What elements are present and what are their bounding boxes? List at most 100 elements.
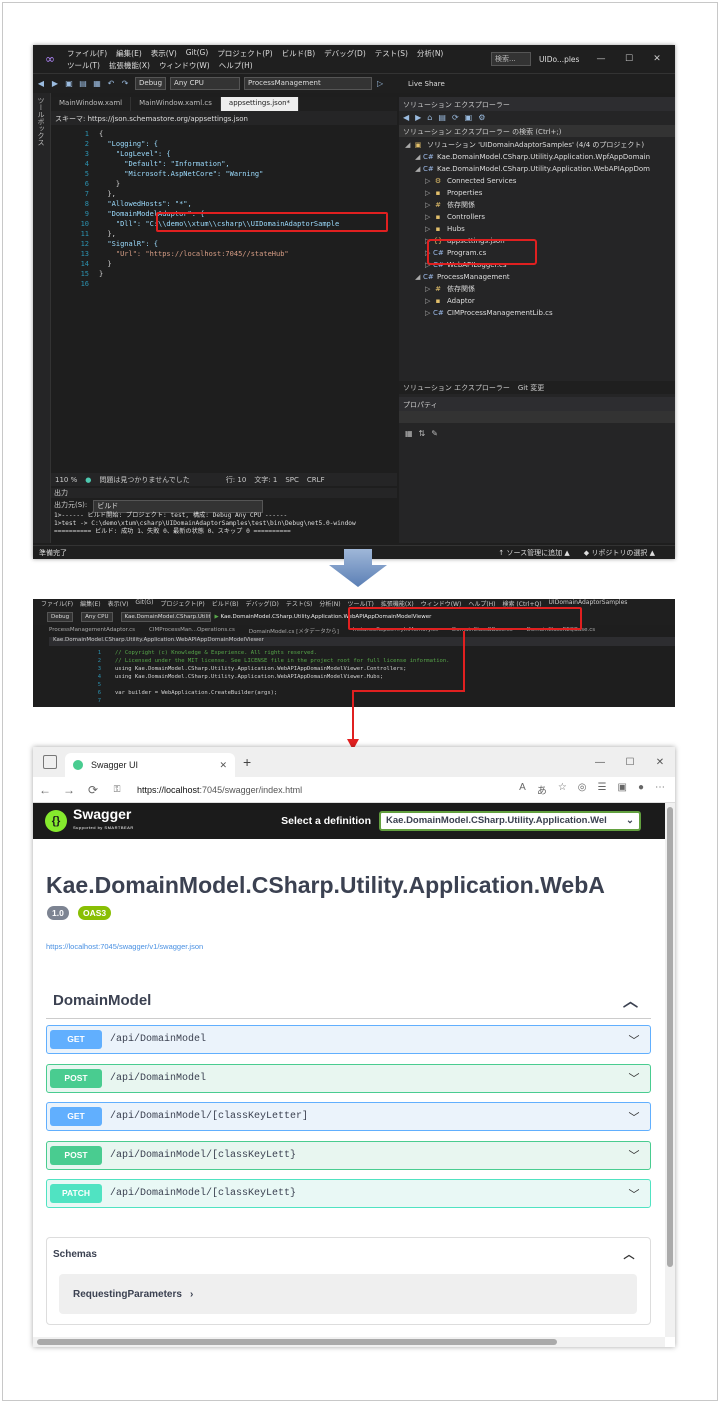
solution-tree-node[interactable]: ▷ # 依存関係 [399,283,671,295]
toolbox-tab[interactable]: ツールボックス [33,93,51,543]
editor-tab[interactable]: DomainModel.cs [メタデータから] [249,627,339,637]
collections-icon[interactable]: ▣ [618,782,627,797]
menu-item[interactable]: 編集(E) [80,599,100,609]
favorite-icon[interactable]: ☆ [558,782,567,797]
solution-tree-node[interactable]: ▷ ▪ Adaptor [399,295,671,307]
expander-icon[interactable]: ▷ [425,223,433,235]
solution-tree-node[interactable]: ▷ C# CIMProcessManagementLib.cs [399,307,671,319]
solution-tree-node[interactable]: ◢ C# Kae.DomainModel.CSharp.Utility.Applic… [399,163,671,175]
menu-item[interactable]: ヘルプ(H) [219,60,253,71]
chevron-down-icon[interactable]: ﹀ [627,1070,641,1086]
expander-icon[interactable]: ◢ [415,163,423,175]
favorites-list-icon[interactable]: ☰ [598,782,607,797]
translate-icon[interactable]: あ [537,782,547,797]
editor-tab[interactable]: MainWindow.xaml [51,97,132,111]
forward-icon[interactable]: ▶ [49,79,61,88]
run-icon[interactable]: ▷ [374,79,386,88]
operation-get[interactable]: GET/api/DomainModel ﹀ [46,1025,651,1054]
menu-item[interactable]: プロジェクト(P) [217,48,272,59]
menu-item[interactable]: ファイル(F) [67,48,107,59]
solution-tree-node[interactable]: ◢ ▣ ソリューション 'UIDomainAdaptorSamples' (4/4 … [399,139,671,151]
lock-icon[interactable]: ⚿ [105,784,129,795]
menu-item[interactable]: 分析(N) [417,48,443,59]
menu-item[interactable]: 分析(N) [319,599,340,609]
open-icon[interactable]: ▤ [77,79,89,88]
operation-get[interactable]: GET/api/DomainModel/[classKeyLetter] ﹀ [46,1102,651,1131]
solution-tree-node[interactable]: ▷ ▪ Properties [399,187,671,199]
minimize-icon[interactable]: — [587,54,615,64]
expander-icon[interactable]: ◢ [415,151,423,163]
menu-item[interactable]: 表示(V) [151,48,177,59]
startup-project-dropdown[interactable]: ProcessManagement [244,77,373,90]
solution-tree-node[interactable]: ◢ C# ProcessManagement [399,271,671,283]
menu-item[interactable]: 表示(V) [108,599,129,609]
solution-search-input[interactable]: ソリューション エクスプローラー の検索 (Ctrl+;) [399,125,675,137]
add-to-source-control[interactable]: ↑ ソース管理に追加 ▲ [498,548,569,558]
vs2-platform-dropdown[interactable]: Any CPU [81,612,113,622]
definition-select[interactable]: Kae.DomainModel.CSharp.Utility.Applicati… [379,811,641,831]
close-icon[interactable]: ✕ [643,54,671,64]
live-share-button[interactable]: Live Share [408,80,445,88]
scroll-thumb[interactable] [37,1339,557,1345]
platform-dropdown[interactable]: Any CPU [170,77,241,90]
solution-tree-node[interactable]: ▷ ⚙ Connected Services [399,175,671,187]
properties-object-dropdown[interactable] [399,411,675,423]
back-icon[interactable]: ◀ [35,79,47,88]
solution-tree-node[interactable]: ▷ # 依存関係 [399,199,671,211]
redo-icon[interactable]: ↷ [119,79,131,88]
solution-panel-tab[interactable]: Git 変更 [518,383,544,392]
vertical-scrollbar[interactable] [665,803,675,1337]
menu-item[interactable]: ウィンドウ(W) [159,60,210,71]
expander-icon[interactable]: ◢ [415,271,423,283]
editor-tab[interactable]: CIMProcessMan...Operations.cs [149,627,235,637]
new-tab-icon[interactable]: + [243,754,251,770]
forward-icon[interactable]: → [57,783,81,797]
menu-item[interactable]: テスト(S) [375,48,408,59]
undo-icon[interactable]: ↶ [105,79,117,88]
vs2-config-dropdown[interactable]: Debug [47,612,74,622]
horizontal-scrollbar[interactable] [33,1337,665,1347]
save-icon[interactable]: ▦ [91,79,103,88]
editor-tab[interactable]: appsettings.json* [220,97,300,111]
profile-icon[interactable]: ● [638,782,644,797]
back-icon[interactable]: ← [33,783,57,797]
chevron-up-icon[interactable]: ︿ [623,990,638,1011]
browser-tab[interactable]: Swagger UI ✕ [65,753,235,777]
schemas-header[interactable]: Schemas ︿ [47,1238,650,1270]
maximize-icon[interactable]: ☐ [615,757,645,768]
expander-icon[interactable]: ▷ [425,199,433,211]
expander-icon[interactable]: ▷ [425,283,433,295]
menu-item[interactable]: プロジェクト(P) [160,599,204,609]
tab-close-icon[interactable]: ✕ [219,760,227,771]
menu-item[interactable]: Git(G) [135,599,153,609]
schema-model-requesting-parameters[interactable]: RequestingParameters › [59,1274,637,1314]
code-editor[interactable]: 1{2 "Logging": {3 "LogLevel": {4 "Defaul… [51,125,397,472]
expander-icon[interactable]: ▷ [425,187,433,199]
select-repository[interactable]: ◆ リポジトリの選択 ▲ [584,548,655,558]
url-field[interactable]: https://localhost:7045/swagger/index.htm… [137,785,467,795]
more-icon[interactable]: ⋯ [655,782,665,797]
menu-item[interactable]: ツール(T) [67,60,100,71]
tag-header-domainmodel[interactable]: DomainModel ︿ [46,983,651,1019]
properties-toolbar-icons[interactable]: ▦⇅✎ [399,423,675,444]
expander-icon[interactable]: ◢ [405,139,413,151]
expander-icon[interactable]: ▷ [425,295,433,307]
scroll-thumb[interactable] [667,807,673,1267]
zoom-level[interactable]: 110 % [55,476,77,484]
menu-item[interactable]: デバッグ(D) [246,599,279,609]
editor-tab[interactable]: MainWindow.xaml.cs [131,97,221,111]
solution-tree-node[interactable]: ▷ ▪ Controllers [399,211,671,223]
chevron-down-icon[interactable]: ﹀ [627,1147,641,1163]
chevron-down-icon[interactable]: ﹀ [627,1109,641,1125]
menu-item[interactable]: 編集(E) [116,48,142,59]
operation-patch[interactable]: PATCH/api/DomainModel/[classKeyLett} ﹀ [46,1179,651,1208]
solution-tree-node[interactable]: ◢ C# Kae.DomainModel.CSharp.Utilitiy.Appli… [399,151,671,163]
menu-item[interactable]: 拡張機能(X) [109,60,150,71]
refresh-icon[interactable]: ⟳ [81,783,105,797]
spec-url-link[interactable]: https://localhost:7045/swagger/v1/swagge… [46,942,203,951]
tab-actions-icon[interactable] [43,755,57,769]
minimize-icon[interactable]: — [585,757,615,768]
chevron-down-icon[interactable]: ﹀ [627,1186,641,1202]
menu-item[interactable]: デバッグ(D) [324,48,366,59]
operation-post[interactable]: POST/api/DomainModel ﹀ [46,1063,651,1093]
